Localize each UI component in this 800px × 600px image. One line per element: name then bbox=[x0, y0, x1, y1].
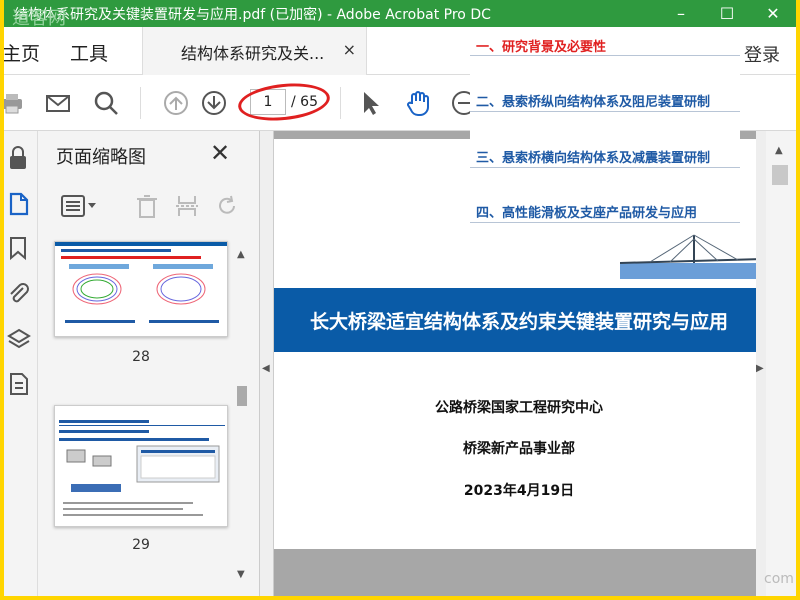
toc-divider bbox=[470, 167, 740, 168]
panel-close-icon[interactable]: ✕ bbox=[210, 139, 230, 167]
thumbnail-page-number: 29 bbox=[132, 537, 150, 553]
page-thumbnail[interactable] bbox=[54, 405, 228, 527]
right-panel-handle[interactable]: ▶ bbox=[756, 131, 766, 596]
document-date: 2023年4月19日 bbox=[463, 483, 575, 499]
bridge-image bbox=[620, 234, 764, 279]
lock-icon[interactable] bbox=[6, 145, 32, 171]
toc-item[interactable]: 三、悬索桥横向结构体系及减震装置研制 bbox=[476, 147, 710, 166]
page-down-icon[interactable] bbox=[200, 89, 228, 117]
rotate-page-icon[interactable] bbox=[214, 193, 240, 219]
select-cursor-icon[interactable] bbox=[356, 89, 384, 117]
toc-overlay: 一、研究背景及必要性 二、悬索桥纵向结构体系及阻尼装置研制 三、悬索桥横向结构体… bbox=[470, 33, 740, 225]
organization-name: 公路桥梁国家工程研究中心 bbox=[435, 400, 603, 416]
panel-title: 页面缩略图 bbox=[56, 147, 146, 168]
toc-divider bbox=[470, 111, 740, 112]
login-button[interactable]: 登录 bbox=[744, 41, 780, 67]
extract-page-icon[interactable] bbox=[174, 193, 200, 219]
minimize-button[interactable]: – bbox=[658, 0, 704, 27]
thumbnail-29-preview bbox=[59, 420, 225, 516]
tab-close-icon[interactable]: × bbox=[343, 40, 356, 59]
annotation-oval bbox=[236, 79, 332, 125]
toc-item[interactable]: 二、悬索桥纵向结构体系及阻尼装置研制 bbox=[476, 91, 710, 110]
scroll-up-arrow-icon[interactable]: ▲ bbox=[237, 249, 245, 260]
page-thumbnail[interactable] bbox=[54, 241, 228, 337]
app-window: 结构体系研究及关键装置研发与应用.pdf (已加密) - Adobe Acrob… bbox=[4, 0, 796, 596]
collapse-left-icon[interactable]: ◀ bbox=[262, 363, 270, 374]
window-title: 结构体系研究及关键装置研发与应用.pdf (已加密) - Adobe Acrob… bbox=[14, 7, 491, 23]
delete-page-icon[interactable] bbox=[134, 193, 160, 219]
page-up-icon[interactable] bbox=[162, 89, 190, 117]
page-thumbnails-icon[interactable] bbox=[6, 191, 32, 217]
document-tab[interactable]: 结构体系研究及关... × bbox=[142, 27, 367, 75]
toolbar-divider bbox=[340, 87, 341, 119]
toc-item[interactable]: 一、研究背景及必要性 bbox=[476, 36, 606, 55]
thumbnail-panel: 页面缩略图 ✕ 28 29 ▲ ▼ bbox=[38, 131, 260, 596]
title-bar: 结构体系研究及关键装置研发与应用.pdf (已加密) - Adobe Acrob… bbox=[4, 0, 796, 29]
print-icon[interactable] bbox=[4, 89, 26, 117]
hand-tool-icon[interactable] bbox=[404, 89, 432, 117]
scroll-up-arrow-icon[interactable]: ▲ bbox=[775, 145, 783, 156]
panel-collapse-handle[interactable]: ◀ bbox=[260, 131, 274, 596]
close-button[interactable]: ✕ bbox=[750, 0, 796, 27]
document-tab-label: 结构体系研究及关... bbox=[181, 44, 325, 63]
document-scrollbar[interactable]: ▲ com bbox=[764, 131, 796, 596]
bookmark-icon[interactable] bbox=[6, 235, 32, 261]
toc-divider bbox=[470, 222, 740, 223]
corner-watermark: com bbox=[764, 571, 794, 587]
maximize-button[interactable]: ☐ bbox=[704, 0, 750, 27]
search-icon[interactable] bbox=[92, 89, 120, 117]
thumbnail-options-icon[interactable] bbox=[60, 193, 98, 219]
department-name: 桥梁新产品事业部 bbox=[463, 441, 575, 457]
scroll-down-arrow-icon[interactable]: ▼ bbox=[237, 569, 245, 580]
toolbar-divider bbox=[140, 87, 141, 119]
mail-icon[interactable] bbox=[44, 89, 72, 117]
toc-item[interactable]: 四、高性能滑板及支座产品研发与应用 bbox=[476, 202, 697, 221]
menu-tools[interactable]: 工具 bbox=[70, 39, 108, 66]
layers-icon[interactable] bbox=[6, 327, 32, 353]
left-icon-rail bbox=[4, 131, 38, 596]
scrollbar-thumb[interactable] bbox=[237, 386, 247, 406]
expand-right-icon[interactable]: ▶ bbox=[756, 363, 764, 374]
document-properties-icon[interactable] bbox=[6, 371, 32, 397]
thumbnail-page-number: 28 bbox=[132, 349, 150, 365]
toc-divider bbox=[470, 55, 740, 56]
scrollbar-thumb[interactable] bbox=[772, 165, 788, 185]
attachment-icon[interactable] bbox=[6, 281, 32, 307]
thumbnail-scrollbar[interactable]: ▲ ▼ bbox=[236, 249, 248, 594]
document-title-banner: 长大桥梁适宜结构体系及约束关键装置研究与应用 bbox=[274, 288, 764, 352]
menu-home[interactable]: 主页 bbox=[4, 39, 40, 66]
thumbnail-28-preview bbox=[55, 242, 227, 323]
